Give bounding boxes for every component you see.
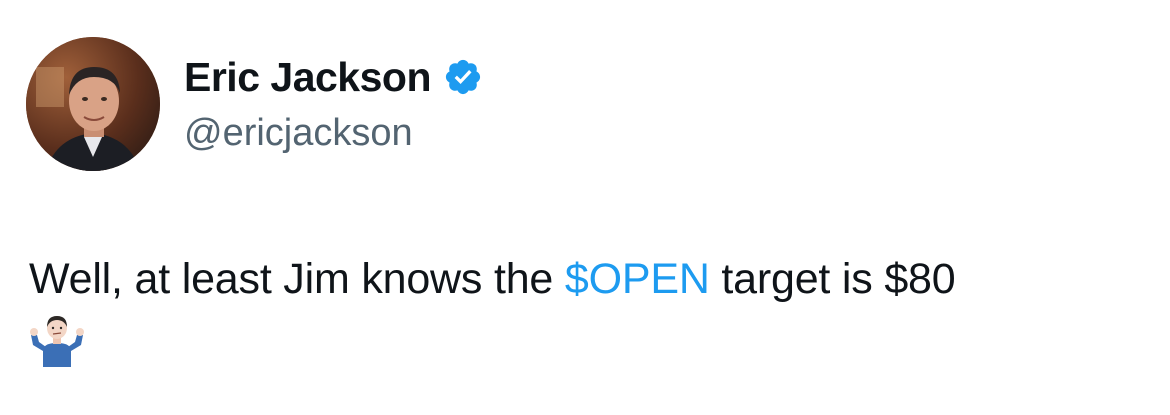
author-block: Eric Jackson @ericjackson	[184, 52, 483, 156]
name-row: Eric Jackson	[184, 52, 483, 102]
tweet-card: Eric Jackson @ericjackson Well, at least…	[0, 0, 1170, 415]
avatar[interactable]	[26, 37, 160, 171]
tweet-text-before: Well, at least Jim knows the	[29, 255, 565, 303]
person-shrugging-icon	[30, 316, 84, 367]
handle[interactable]: @ericjackson	[184, 110, 483, 156]
verified-badge-icon	[445, 59, 481, 95]
cashtag-link[interactable]: $OPEN	[565, 255, 710, 303]
avatar-portrait-icon	[26, 37, 160, 171]
tweet-text-after: target is $80	[709, 255, 956, 303]
tweet-text: Well, at least Jim knows the $OPEN targe…	[29, 252, 1149, 367]
display-name[interactable]: Eric Jackson	[184, 52, 432, 102]
